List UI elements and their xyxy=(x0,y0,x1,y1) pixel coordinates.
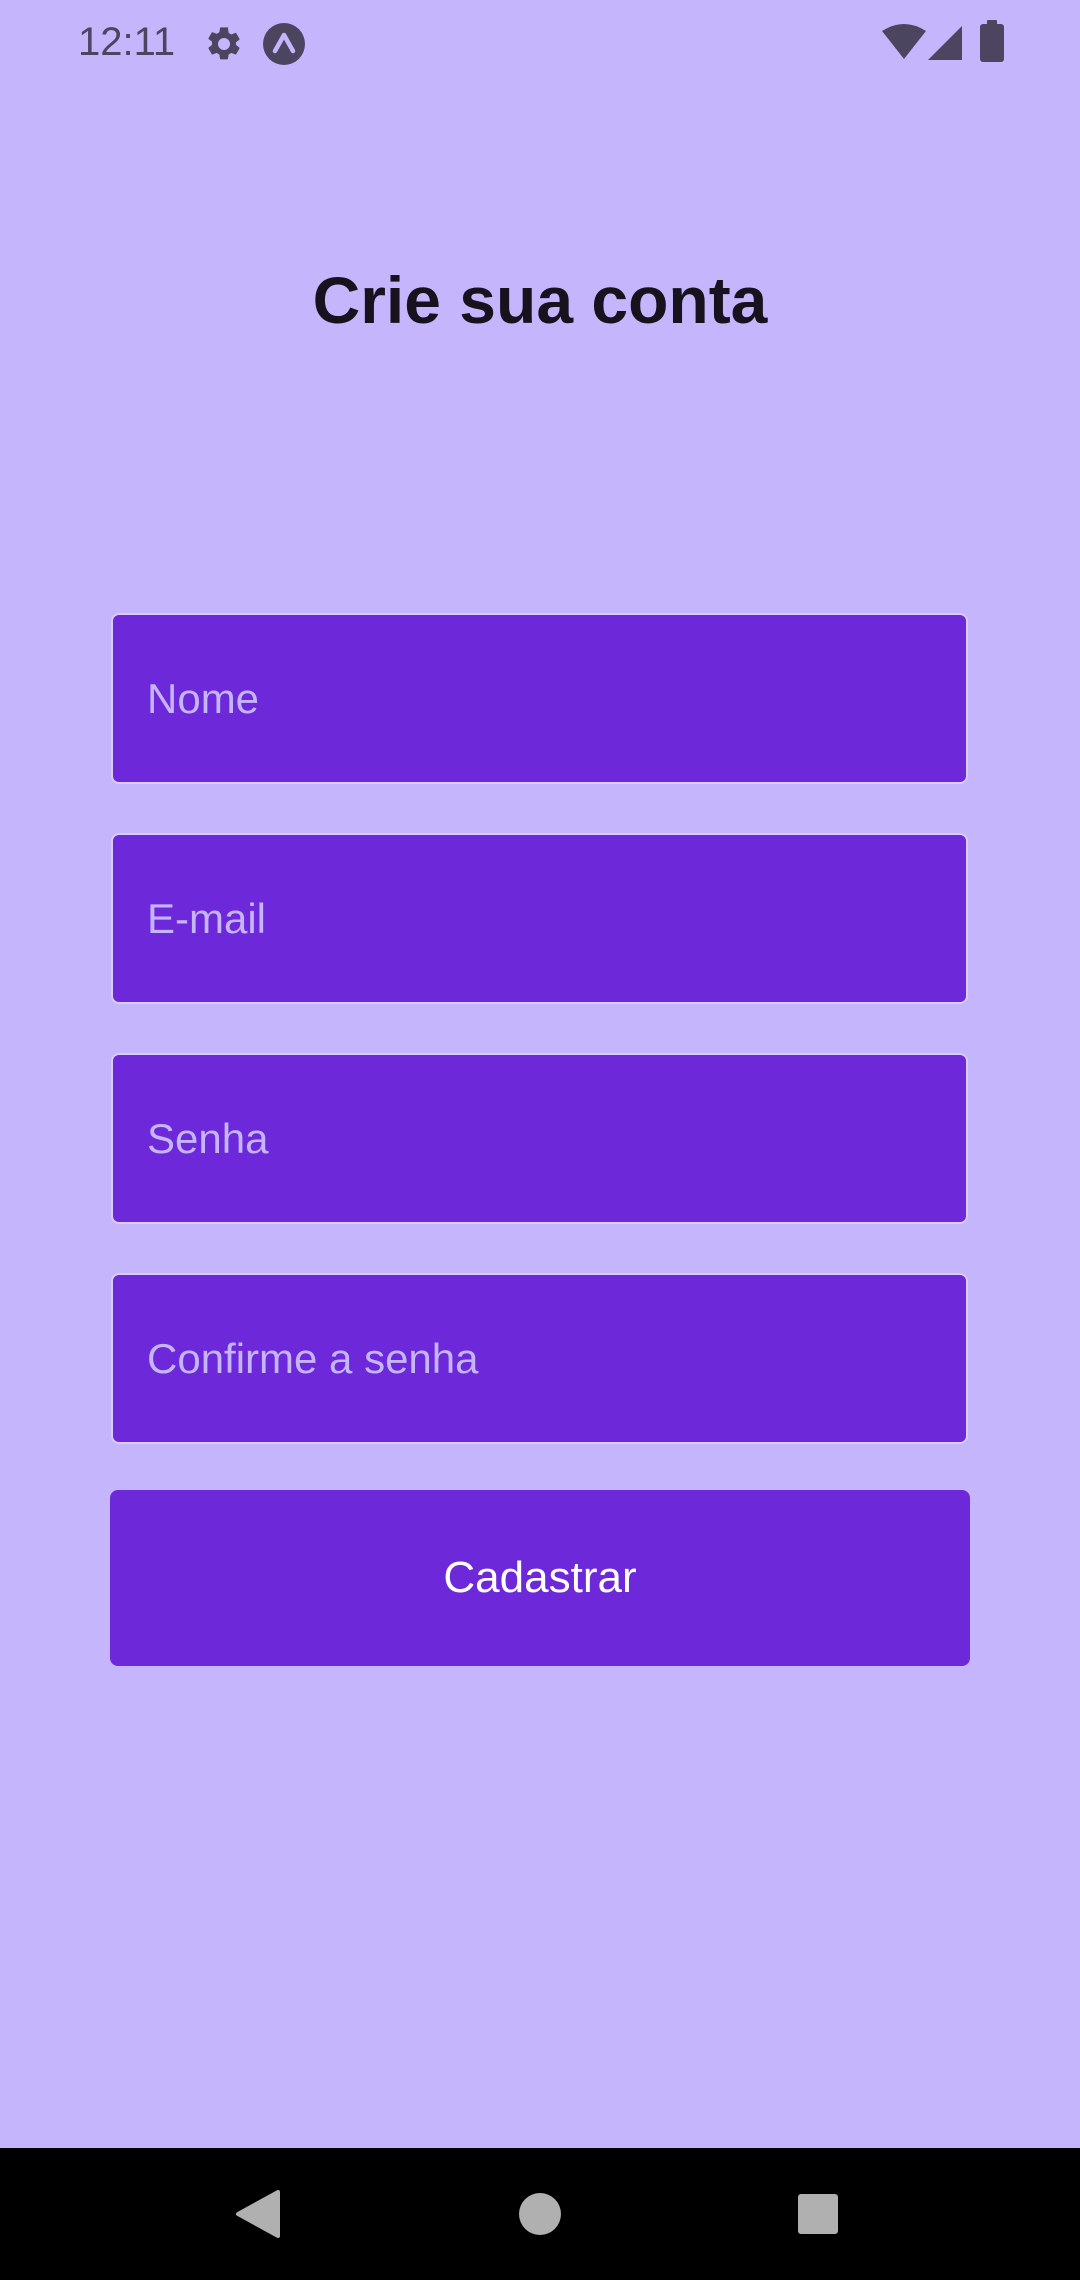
status-bar: 12:11 xyxy=(0,0,1080,88)
status-time: 12:11 xyxy=(78,20,176,64)
home-icon[interactable] xyxy=(460,2148,620,2280)
settings-gear-icon xyxy=(208,27,240,60)
battery-icon xyxy=(980,20,1004,62)
page-title: Crie sua conta xyxy=(312,263,768,337)
back-icon[interactable] xyxy=(180,2148,340,2280)
system-nav-bar xyxy=(0,2148,1080,2280)
name-field[interactable] xyxy=(111,613,968,784)
name-input[interactable] xyxy=(113,615,966,782)
password-input[interactable] xyxy=(113,1055,966,1222)
confirm-password-input[interactable] xyxy=(113,1275,966,1442)
register-button[interactable]: Cadastrar xyxy=(110,1490,970,1666)
app-notification-icon xyxy=(263,23,305,65)
confirm-password-field[interactable] xyxy=(111,1273,968,1444)
wifi-icon xyxy=(882,24,926,59)
email-input[interactable] xyxy=(113,835,966,1002)
recents-icon[interactable] xyxy=(738,2148,898,2280)
cell-signal-icon xyxy=(928,26,962,60)
email-field[interactable] xyxy=(111,833,968,1004)
password-field[interactable] xyxy=(111,1053,968,1224)
